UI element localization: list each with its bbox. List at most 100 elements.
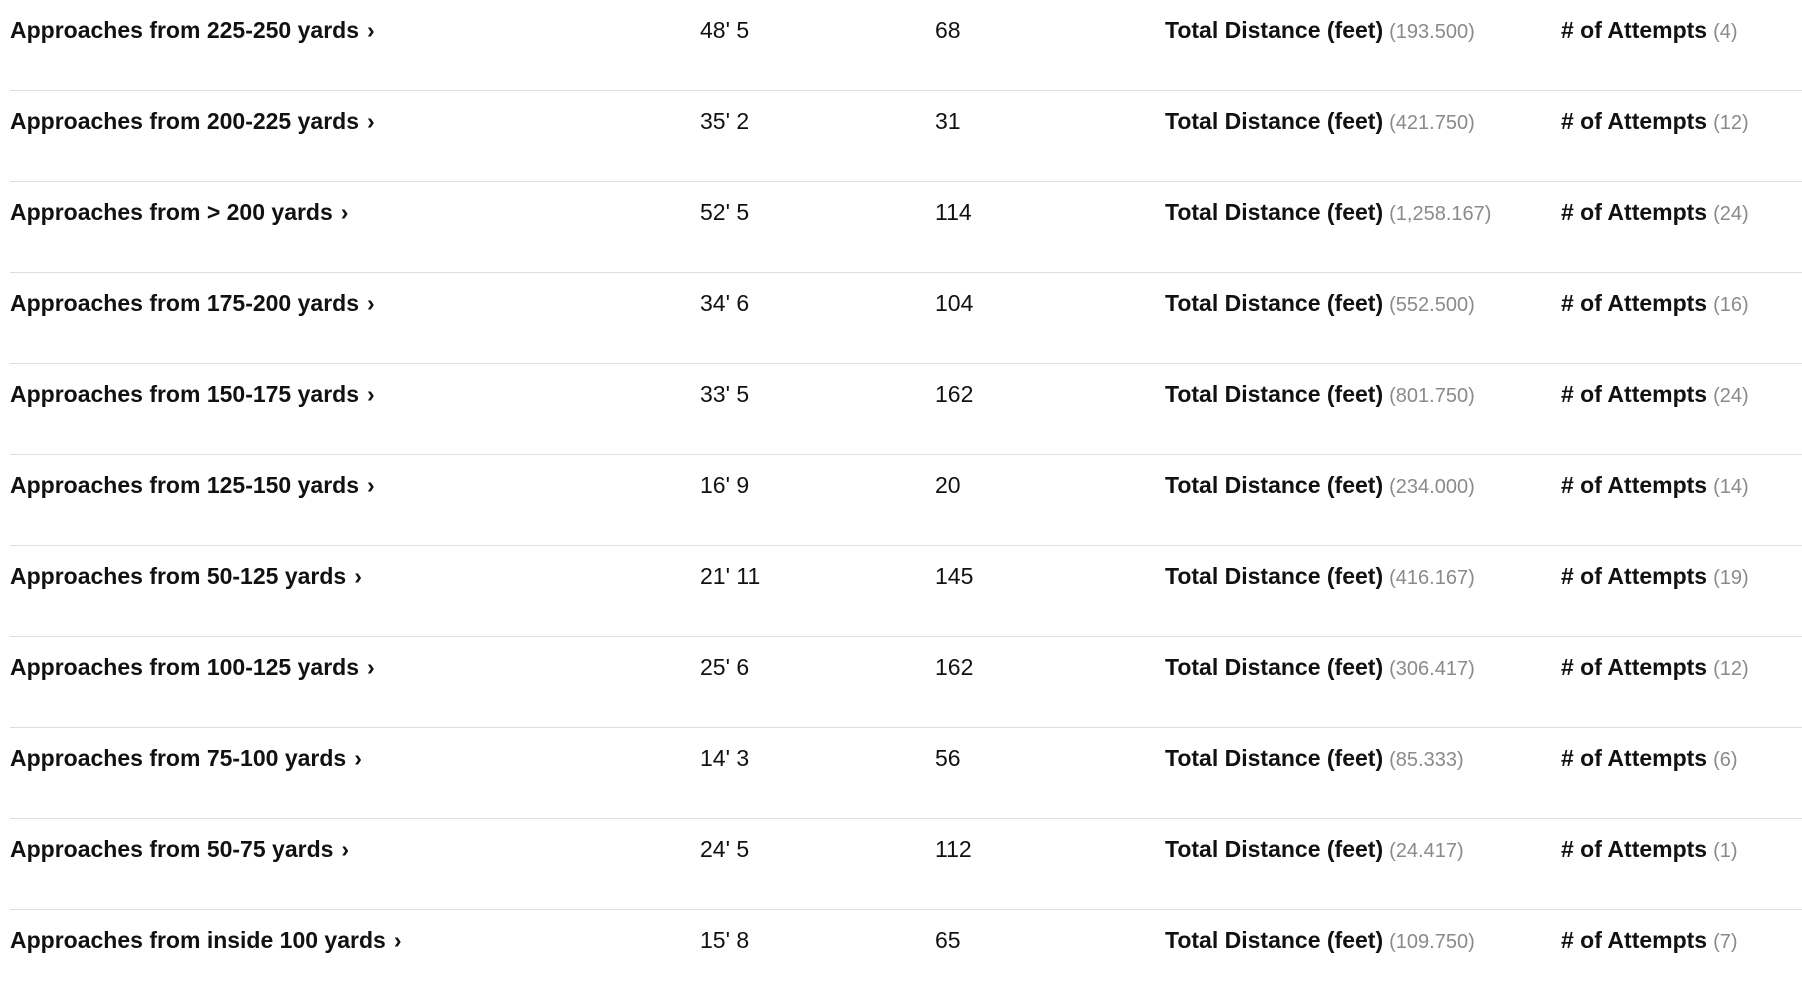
category-label: Approaches from 125-150 yards <box>10 472 359 498</box>
avg-proximity-value: 21' 11 <box>700 563 761 589</box>
approach-stats-table: Approaches from 225-250 yards › 48' 5 68 … <box>10 0 1802 1001</box>
attempts-label: # of Attempts <box>1561 17 1708 43</box>
category-label: Approaches from 200-225 yards <box>10 108 359 134</box>
chevron-right-icon: › <box>354 563 362 589</box>
attempts-label: # of Attempts <box>1561 836 1708 862</box>
attempts-label: # of Attempts <box>1561 745 1708 771</box>
chevron-right-icon: › <box>367 654 375 680</box>
category-link[interactable]: Approaches from 225-250 yards › <box>10 0 375 60</box>
chevron-right-icon: › <box>367 108 375 134</box>
avg-proximity-value: 35' 2 <box>700 108 750 134</box>
rank-value: 162 <box>935 654 974 680</box>
total-distance: Total Distance (feet) (1,258.167) <box>1165 182 1491 242</box>
attempts-value: (12) <box>1713 658 1749 680</box>
total-distance: Total Distance (feet) (85.333) <box>1165 728 1464 788</box>
stat-row: Approaches from > 200 yards › 52' 5 114 T… <box>10 182 1802 273</box>
attempts: # of Attempts (4) <box>1561 0 1738 60</box>
rank-value: 114 <box>935 199 972 225</box>
attempts-value: (12) <box>1713 112 1749 134</box>
category-label: Approaches from 50-75 yards <box>10 836 334 862</box>
total-distance: Total Distance (feet) (24.417) <box>1165 819 1464 879</box>
category-link[interactable]: Approaches from inside 100 yards › <box>10 910 401 970</box>
attempts-label: # of Attempts <box>1561 654 1708 680</box>
total-distance-value: (801.750) <box>1389 385 1475 407</box>
category-label: Approaches from > 200 yards <box>10 199 333 225</box>
stat-row: Approaches from 50-125 yards › 21' 11 145… <box>10 546 1802 637</box>
attempts-label: # of Attempts <box>1561 927 1708 953</box>
total-distance-value: (552.500) <box>1389 294 1475 316</box>
stat-row: Approaches from inside 100 yards › 15' 8 … <box>10 910 1802 1001</box>
total-distance-label: Total Distance (feet) <box>1165 108 1384 134</box>
rank-value: 20 <box>935 472 961 498</box>
category-link[interactable]: Approaches from 75-100 yards › <box>10 728 362 788</box>
total-distance-value: (416.167) <box>1389 567 1475 589</box>
category-label: Approaches from inside 100 yards <box>10 927 386 953</box>
attempts: # of Attempts (14) <box>1561 455 1749 515</box>
stat-row: Approaches from 75-100 yards › 14' 3 56 T… <box>10 728 1802 819</box>
attempts: # of Attempts (1) <box>1561 819 1738 879</box>
total-distance-value: (306.417) <box>1389 658 1475 680</box>
rank-value: 162 <box>935 381 974 407</box>
attempts-label: # of Attempts <box>1561 199 1708 225</box>
avg-proximity-value: 25' 6 <box>700 654 750 680</box>
chevron-right-icon: › <box>341 836 350 862</box>
category-link[interactable]: Approaches from 175-200 yards › <box>10 273 375 333</box>
category-link[interactable]: Approaches from 50-125 yards › <box>10 546 362 606</box>
category-label: Approaches from 75-100 yards <box>10 745 347 771</box>
category-label: Approaches from 150-175 yards <box>10 381 359 407</box>
category-link[interactable]: Approaches from 150-175 yards › <box>10 364 375 424</box>
attempts-value: (7) <box>1713 931 1738 953</box>
attempts: # of Attempts (16) <box>1561 273 1749 333</box>
chevron-right-icon: › <box>393 927 402 953</box>
total-distance: Total Distance (feet) (552.500) <box>1165 273 1475 333</box>
attempts-label: # of Attempts <box>1561 563 1708 589</box>
attempts: # of Attempts (19) <box>1561 546 1749 606</box>
category-link[interactable]: Approaches from 100-125 yards › <box>10 637 375 697</box>
stat-row: Approaches from 200-225 yards › 35' 2 31 … <box>10 91 1802 182</box>
attempts-value: (19) <box>1713 567 1749 589</box>
attempts-value: (16) <box>1713 294 1749 316</box>
avg-proximity-value: 34' 6 <box>700 290 750 316</box>
avg-proximity-value: 16' 9 <box>700 472 750 498</box>
total-distance: Total Distance (feet) (234.000) <box>1165 455 1475 515</box>
category-link[interactable]: Approaches from > 200 yards › <box>10 182 348 242</box>
total-distance-label: Total Distance (feet) <box>1165 199 1384 225</box>
attempts: # of Attempts (12) <box>1561 637 1749 697</box>
chevron-right-icon: › <box>340 199 349 225</box>
total-distance: Total Distance (feet) (421.750) <box>1165 91 1475 151</box>
rank-value: 68 <box>935 17 961 43</box>
attempts-value: (6) <box>1713 749 1738 771</box>
category-label: Approaches from 175-200 yards <box>10 290 359 316</box>
stat-row: Approaches from 100-125 yards › 25' 6 162… <box>10 637 1802 728</box>
total-distance: Total Distance (feet) (306.417) <box>1165 637 1475 697</box>
total-distance-label: Total Distance (feet) <box>1165 17 1384 43</box>
rank-value: 65 <box>935 927 961 953</box>
total-distance: Total Distance (feet) (193.500) <box>1165 0 1475 60</box>
total-distance: Total Distance (feet) (109.750) <box>1165 910 1475 970</box>
total-distance-label: Total Distance (feet) <box>1165 745 1384 771</box>
rank-value: 31 <box>935 108 961 134</box>
total-distance-value: (421.750) <box>1389 112 1475 134</box>
category-link[interactable]: Approaches from 200-225 yards › <box>10 91 375 151</box>
attempts-label: # of Attempts <box>1561 290 1708 316</box>
rank-value: 145 <box>935 563 974 589</box>
rank-value: 112 <box>935 836 972 862</box>
category-label: Approaches from 100-125 yards <box>10 654 359 680</box>
total-distance-label: Total Distance (feet) <box>1165 290 1384 316</box>
stat-row: Approaches from 175-200 yards › 34' 6 104… <box>10 273 1802 364</box>
avg-proximity-value: 48' 5 <box>700 17 750 43</box>
chevron-right-icon: › <box>367 17 375 43</box>
avg-proximity-value: 24' 5 <box>700 836 750 862</box>
attempts: # of Attempts (24) <box>1561 182 1749 242</box>
total-distance-value: (234.000) <box>1389 476 1475 498</box>
chevron-right-icon: › <box>367 290 375 316</box>
category-link[interactable]: Approaches from 50-75 yards › <box>10 819 349 879</box>
total-distance: Total Distance (feet) (801.750) <box>1165 364 1475 424</box>
avg-proximity-value: 52' 5 <box>700 199 750 225</box>
attempts-value: (24) <box>1713 385 1749 407</box>
total-distance-value: (193.500) <box>1389 21 1475 43</box>
total-distance-label: Total Distance (feet) <box>1165 472 1384 498</box>
category-link[interactable]: Approaches from 125-150 yards › <box>10 455 375 515</box>
total-distance: Total Distance (feet) (416.167) <box>1165 546 1475 606</box>
total-distance-value: (109.750) <box>1389 931 1475 953</box>
